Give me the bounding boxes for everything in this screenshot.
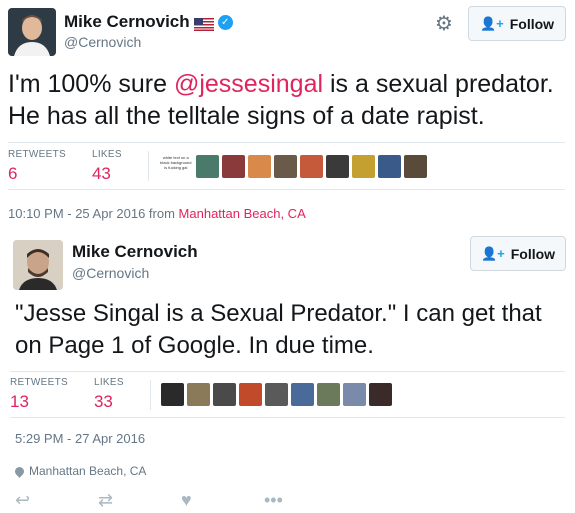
liker-avatar[interactable]: [316, 383, 340, 406]
mention-link[interactable]: @jessesingal: [174, 70, 323, 98]
avatar[interactable]: [13, 240, 63, 290]
display-name-text: Mike Cernovich: [72, 242, 198, 261]
likes-count: 33: [93, 392, 113, 411]
verified-icon: ✓: [217, 14, 233, 30]
liker-avatar[interactable]: [325, 154, 349, 178]
liker-avatar[interactable]: [290, 383, 314, 406]
tweet-text: "Jesse Singal is a Sexual Predator." I c…: [15, 300, 542, 359]
user-handle[interactable]: @Cernovich: [64, 34, 141, 50]
tweet-location[interactable]: Manhattan Beach, CA: [13, 464, 147, 478]
liker-avatar[interactable]: [377, 154, 401, 178]
follow-button[interactable]: 👤+ Follow: [468, 6, 566, 41]
likes-stat[interactable]: LIKES 33: [94, 377, 124, 412]
liker-avatar[interactable]: [221, 154, 245, 178]
liker-avatar[interactable]: [351, 154, 375, 178]
liker-avatar[interactable]: [186, 383, 210, 406]
flag-us-icon: [193, 16, 214, 31]
liker-avatar[interactable]: [247, 154, 271, 178]
likes-label: LIKES: [91, 148, 122, 160]
display-name-text: Mike Cernovich: [64, 12, 190, 31]
follow-label: Follow: [509, 15, 555, 32]
more-icon[interactable]: •••: [264, 490, 347, 511]
liker-avatar[interactable]: [160, 383, 184, 406]
gear-icon[interactable]: ⚙: [433, 13, 455, 35]
liker-avatar[interactable]: [368, 383, 392, 406]
retweet-icon[interactable]: ⇄: [98, 490, 181, 511]
follow-label: Follow: [510, 245, 556, 262]
likes-label: LIKES: [93, 377, 124, 388]
liker-avatars: [149, 379, 392, 410]
pin-icon: [13, 464, 26, 478]
add-user-icon: 👤+: [479, 15, 504, 31]
liker-avatar[interactable]: [264, 383, 288, 406]
retweets-stat[interactable]: RETWEETS 13: [10, 377, 68, 412]
tweet-stats: RETWEETS 6 LIKES 43 white text on a blac…: [8, 142, 565, 190]
tweet-actions: ↩ ⇄ ♥ •••: [15, 490, 347, 511]
liker-avatar[interactable]: white text on a black background is fuck…: [159, 155, 193, 178]
retweets-count: 6: [8, 163, 18, 183]
display-name[interactable]: Mike Cernovich ✓: [64, 12, 233, 32]
follow-button[interactable]: 👤+ Follow: [470, 236, 566, 271]
tweet-timestamp[interactable]: 5:29 PM - 27 Apr 2016: [15, 431, 145, 446]
tweet-text-part: I'm 100% sure: [8, 70, 174, 98]
user-handle[interactable]: @Cernovich: [72, 265, 149, 281]
liker-avatar[interactable]: [195, 154, 219, 178]
liker-avatars: white text on a black background is fuck…: [147, 151, 427, 181]
tweet-timestamp[interactable]: 10:10 PM - 25 Apr 2016 from Manhattan Be…: [8, 206, 306, 221]
retweets-stat[interactable]: RETWEETS 6: [8, 149, 66, 184]
heart-icon[interactable]: ♥: [181, 490, 264, 511]
retweets-label: RETWEETS: [10, 377, 68, 388]
display-name[interactable]: Mike Cernovich: [72, 242, 198, 262]
location-text: Manhattan Beach, CA: [29, 464, 147, 478]
liker-avatar[interactable]: [342, 383, 366, 406]
reply-icon[interactable]: ↩: [15, 490, 98, 511]
timestamp-text: 10:10 PM - 25 Apr 2016 from: [8, 206, 179, 221]
liker-avatar[interactable]: [212, 383, 236, 406]
retweets-label: RETWEETS: [8, 148, 66, 160]
likes-count: 43: [91, 163, 111, 183]
tweet-embed-2: Mike Cernovich @Cernovich 👤+ Follow "Jes…: [0, 228, 575, 513]
liker-avatar[interactable]: [403, 154, 427, 178]
retweets-count: 13: [10, 392, 29, 411]
liker-avatar[interactable]: [273, 154, 297, 178]
add-user-icon: 👤+: [480, 245, 505, 261]
tweet-embed-1: Mike Cernovich ✓ @Cernovich ⚙ 👤+ Follow …: [0, 0, 575, 228]
tweet-stats: RETWEETS 13 LIKES 33: [10, 371, 565, 418]
liker-avatar[interactable]: [238, 383, 262, 406]
avatar[interactable]: [8, 8, 56, 56]
tweet-text: I'm 100% sure @jessesingal is a sexual p…: [8, 68, 568, 132]
liker-avatar[interactable]: [299, 154, 323, 178]
place-link[interactable]: Manhattan Beach, CA: [179, 206, 306, 221]
likes-stat[interactable]: LIKES 43: [92, 149, 122, 184]
